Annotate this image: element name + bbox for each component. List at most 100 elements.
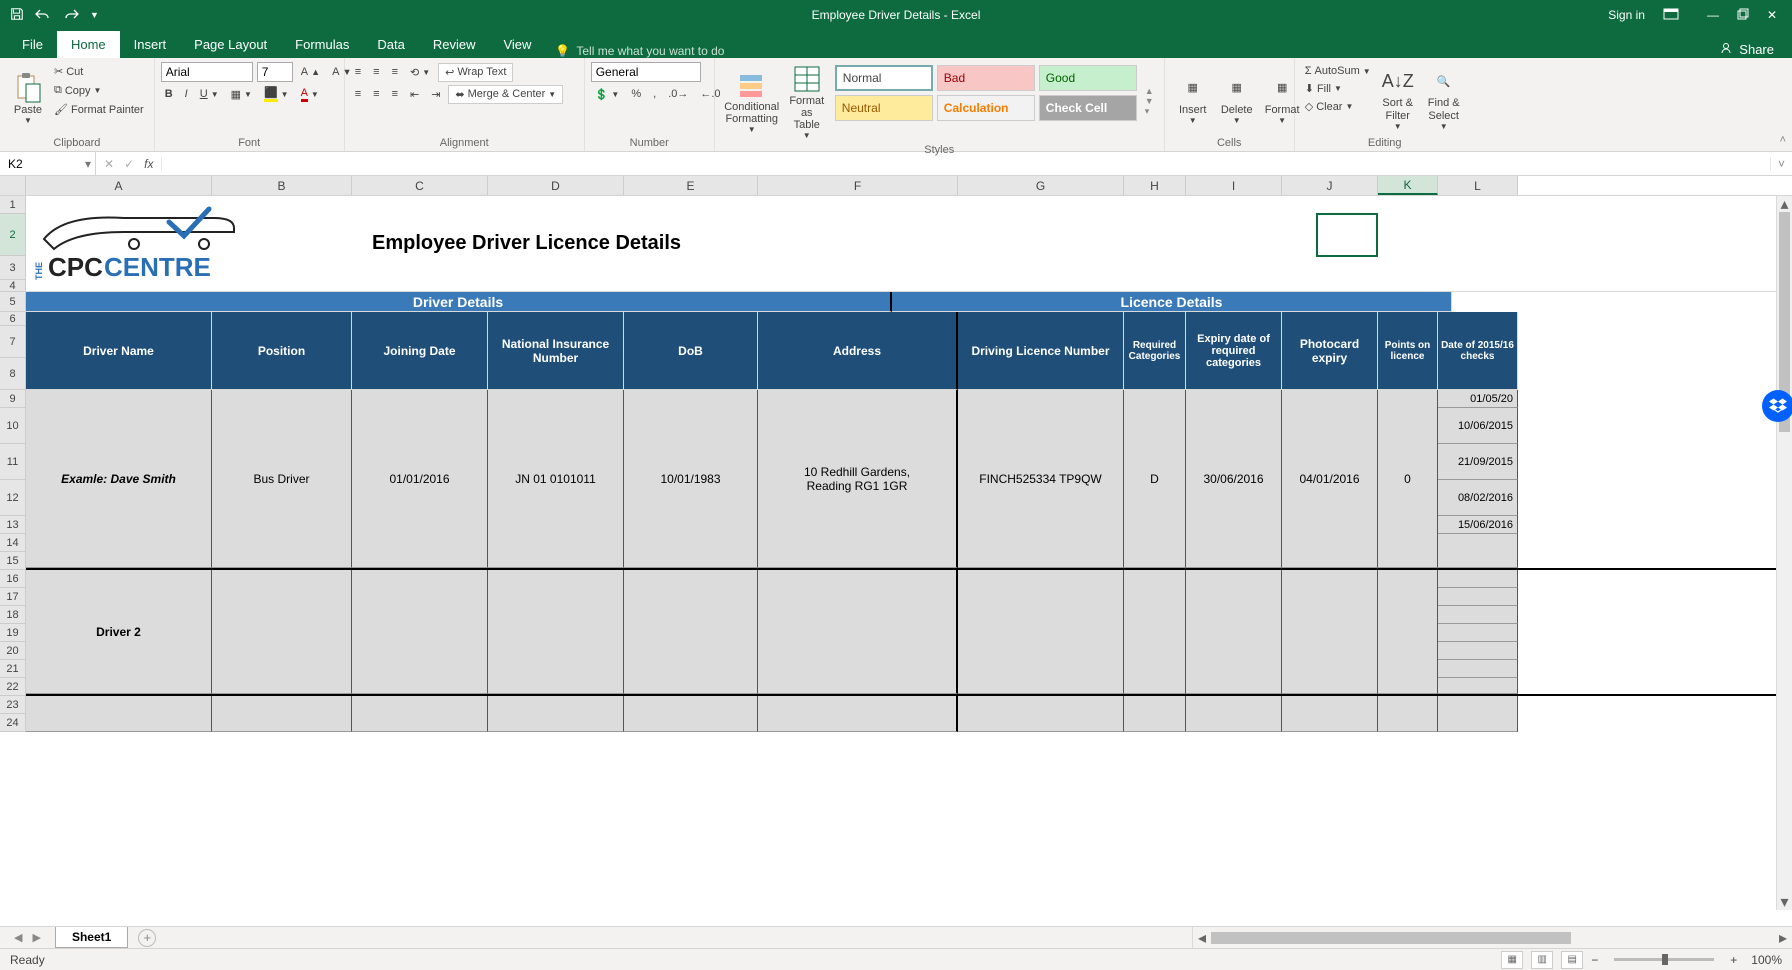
c3j[interactable] (1282, 696, 1378, 732)
style-neutral[interactable]: Neutral (835, 95, 933, 121)
orientation-icon[interactable]: ⟲ ▼ (406, 64, 434, 81)
cell-photo-2[interactable] (1282, 570, 1378, 694)
row-header-7[interactable]: 7 (0, 326, 26, 358)
col-header-D[interactable]: D (488, 176, 624, 195)
enter-formula-icon[interactable]: ✓ (124, 157, 134, 171)
row-header-18[interactable]: 18 (0, 606, 26, 624)
comma-format-icon[interactable]: , (649, 86, 660, 102)
zoom-out-icon[interactable]: − (1591, 953, 1598, 967)
check2-6[interactable] (1438, 678, 1518, 694)
cell-address-1[interactable]: 10 Redhill Gardens, Reading RG1 1GR (758, 390, 958, 568)
cell-photo-1[interactable]: 04/01/2016 (1282, 390, 1378, 568)
col-header-K[interactable]: K (1378, 176, 1438, 195)
row-header-16[interactable]: 16 (0, 570, 26, 588)
ribbon-display-icon[interactable] (1663, 8, 1679, 23)
paste-button[interactable]: Paste ▼ (6, 61, 50, 135)
redo-icon[interactable] (62, 8, 80, 23)
row-header-8[interactable]: 8 (0, 358, 26, 390)
zoom-thumb[interactable] (1662, 954, 1668, 965)
select-all-corner[interactable] (0, 176, 26, 195)
c3k[interactable] (1378, 696, 1438, 732)
autosum-button[interactable]: Σ AutoSum ▼ (1301, 63, 1375, 79)
dropbox-badge-icon[interactable] (1762, 390, 1792, 422)
cell-expiry-2[interactable] (1186, 570, 1282, 694)
cells-area[interactable]: THE CPCCENTRE Employee Driver Licence De… (26, 196, 1776, 910)
check-date-2[interactable]: 21/09/2015 (1438, 444, 1518, 480)
insert-cells-button[interactable]: ▦Insert▼ (1171, 61, 1215, 135)
cell-name-1[interactable]: Examle: Dave Smith (26, 390, 212, 568)
row-header-4[interactable]: 4 (0, 280, 26, 292)
tab-page-layout[interactable]: Page Layout (180, 31, 281, 58)
maximize-icon[interactable] (1737, 8, 1749, 23)
collapse-ribbon-icon[interactable]: ˄ (1780, 134, 1786, 146)
wrap-text-button[interactable]: ↩ Wrap Text (438, 63, 513, 82)
row-header-3[interactable]: 3 (0, 256, 26, 280)
merge-center-button[interactable]: ⬌ Merge & Center ▼ (448, 85, 563, 104)
cell-ni-2[interactable] (488, 570, 624, 694)
col-header-A[interactable]: A (26, 176, 212, 195)
cell-reqcat-1[interactable]: D (1124, 390, 1186, 568)
cell-position-1[interactable]: Bus Driver (212, 390, 352, 568)
style-check-cell[interactable]: Check Cell (1039, 95, 1137, 121)
font-color-button[interactable]: A ▼ (297, 85, 323, 104)
vertical-scrollbar[interactable]: ▴ ▾ (1776, 196, 1792, 910)
name-box-dropdown-icon[interactable]: ▾ (85, 157, 91, 171)
font-size-input[interactable] (257, 62, 293, 82)
check-date-3[interactable]: 08/02/2016 (1438, 480, 1518, 516)
check2-5[interactable] (1438, 660, 1518, 678)
sheet-nav-prev-icon[interactable]: ◀ (14, 931, 22, 944)
check2-4[interactable] (1438, 642, 1518, 660)
cell-address-2[interactable] (758, 570, 958, 694)
c3f[interactable] (758, 696, 958, 732)
tab-data[interactable]: Data (363, 31, 418, 58)
percent-format-icon[interactable]: % (627, 86, 645, 102)
cell-position-2[interactable] (212, 570, 352, 694)
c3b[interactable] (212, 696, 352, 732)
row-header-1[interactable]: 1 (0, 196, 26, 214)
align-bottom-icon[interactable]: ≡ (388, 64, 402, 80)
cell-joining-1[interactable]: 01/01/2016 (352, 390, 488, 568)
row-header-5[interactable]: 5 (0, 292, 26, 312)
clear-button[interactable]: ◇ Clear ▼ (1301, 98, 1375, 115)
format-painter-button[interactable]: 🖌Format Painter (50, 101, 148, 118)
check2-3[interactable] (1438, 624, 1518, 642)
row-header-17[interactable]: 17 (0, 588, 26, 606)
zoom-in-icon[interactable]: + (1730, 953, 1737, 967)
tab-review[interactable]: Review (419, 31, 490, 58)
tab-view[interactable]: View (489, 31, 545, 58)
row-header-6[interactable]: 6 (0, 312, 26, 326)
cell-name-3[interactable] (26, 696, 212, 732)
view-page-break-icon[interactable]: ▤ (1561, 951, 1583, 969)
expand-formula-bar-icon[interactable]: ˅ (1770, 157, 1792, 171)
tab-home[interactable]: Home (57, 31, 120, 58)
col-header-I[interactable]: I (1186, 176, 1282, 195)
cell-points-2[interactable] (1378, 570, 1438, 694)
cancel-formula-icon[interactable]: ✕ (104, 157, 114, 171)
styles-scroll-down-icon[interactable]: ▼ (1145, 96, 1154, 106)
zoom-level[interactable]: 100% (1751, 953, 1782, 967)
row-header-22[interactable]: 22 (0, 678, 26, 696)
col-header-E[interactable]: E (624, 176, 758, 195)
number-format-select[interactable] (591, 62, 701, 82)
cell-dln-2[interactable] (958, 570, 1124, 694)
increase-decimal-icon[interactable]: .0→ (664, 86, 692, 102)
c3e[interactable] (624, 696, 758, 732)
col-header-G[interactable]: G (958, 176, 1124, 195)
underline-button[interactable]: U ▼ (196, 86, 223, 102)
col-header-F[interactable]: F (758, 176, 958, 195)
cell-dob-1[interactable]: 10/01/1983 (624, 390, 758, 568)
undo-icon[interactable] (34, 8, 52, 23)
col-header-H[interactable]: H (1124, 176, 1186, 195)
add-sheet-button[interactable]: + (138, 929, 156, 947)
col-header-B[interactable]: B (212, 176, 352, 195)
sheet-nav-next-icon[interactable]: ▶ (32, 931, 40, 944)
sheet-tab-sheet1[interactable]: Sheet1 (55, 927, 128, 948)
close-icon[interactable]: ✕ (1767, 8, 1777, 23)
name-box[interactable]: K2 ▾ (0, 152, 96, 175)
delete-cells-button[interactable]: ▦Delete▼ (1215, 61, 1259, 135)
cell-expiry-1[interactable]: 30/06/2016 (1186, 390, 1282, 568)
c3c[interactable] (352, 696, 488, 732)
align-center-icon[interactable]: ≡ (369, 86, 383, 102)
check-date-4[interactable]: 15/06/2016 (1438, 516, 1518, 534)
row-header-20[interactable]: 20 (0, 642, 26, 660)
